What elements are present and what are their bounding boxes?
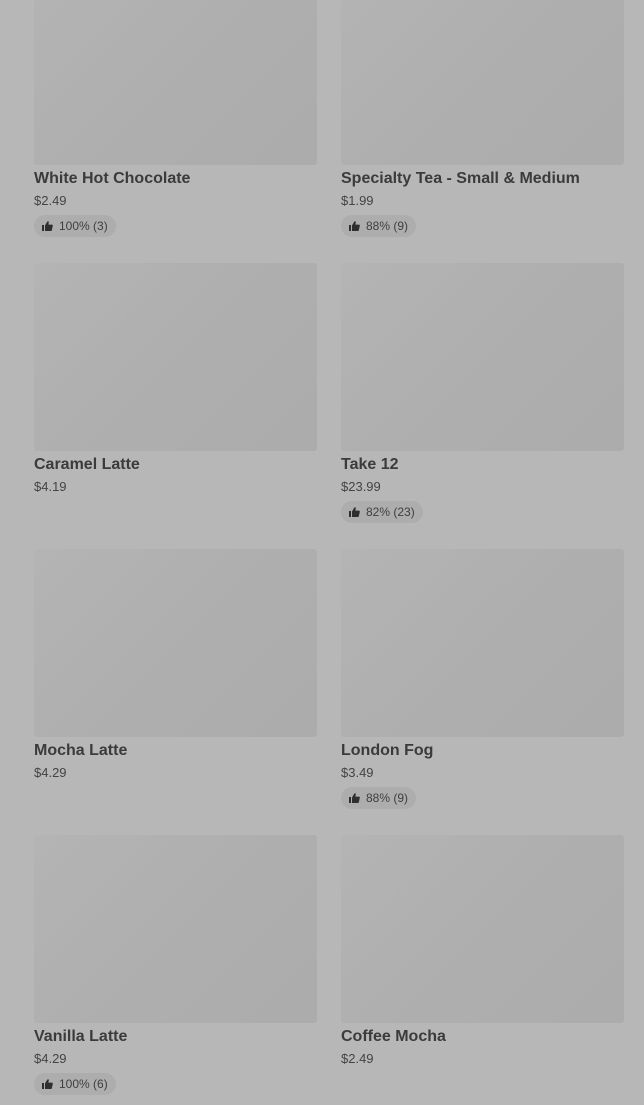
thumbs-up-icon: [349, 507, 360, 517]
menu-item-card[interactable]: Coffee Mocha $2.49: [341, 835, 624, 1105]
menu-item-price: $4.29: [34, 765, 67, 780]
menu-item-image[interactable]: [34, 0, 317, 165]
menu-item-name[interactable]: Coffee Mocha: [341, 1028, 624, 1046]
thumbs-up-icon: [42, 1079, 53, 1089]
menu-item-card[interactable]: Vanilla Latte $4.29 100% (6): [34, 835, 317, 1105]
menu-item-price: $4.19: [34, 479, 67, 494]
menu-item-price: $3.49: [341, 765, 374, 780]
menu-item-price: $2.49: [341, 1051, 374, 1066]
rating-text: 100% (3): [59, 219, 108, 233]
rating-text: 88% (9): [366, 791, 409, 805]
menu-item-price: $23.99: [341, 479, 381, 494]
menu-item-price: $2.49: [34, 193, 67, 208]
rating-badge: 88% (9): [341, 787, 417, 809]
thumbs-up-icon: [349, 793, 360, 803]
rating-badge: 100% (3): [34, 215, 116, 237]
rating-text: 88% (9): [366, 219, 409, 233]
rating-badge: 88% (9): [341, 215, 417, 237]
menu-item-card[interactable]: Take 12 $23.99 82% (23): [341, 263, 624, 533]
rating-badge: 82% (23): [341, 501, 423, 523]
menu-item-card[interactable]: Mocha Latte $4.29: [34, 549, 317, 819]
menu-item-name[interactable]: Take 12: [341, 456, 624, 474]
menu-item-card[interactable]: Specialty Tea - Small & Medium $1.99 88%…: [341, 0, 624, 247]
menu-item-name[interactable]: Vanilla Latte: [34, 1028, 317, 1046]
menu-item-name[interactable]: Caramel Latte: [34, 456, 317, 474]
thumbs-up-icon: [349, 221, 360, 231]
menu-item-image[interactable]: [34, 549, 317, 737]
menu-item-image[interactable]: [341, 549, 624, 737]
rating-badge: 100% (6): [34, 1073, 116, 1095]
thumbs-up-icon: [42, 221, 53, 231]
menu-item-image[interactable]: [341, 0, 624, 165]
menu-item-name[interactable]: Mocha Latte: [34, 742, 317, 760]
rating-text: 82% (23): [366, 505, 415, 519]
menu-item-card[interactable]: White Hot Chocolate $2.49 100% (3): [34, 0, 317, 247]
menu-item-card[interactable]: Caramel Latte $4.19: [34, 263, 317, 533]
menu-item-name[interactable]: White Hot Chocolate: [34, 170, 317, 188]
menu-item-card[interactable]: London Fog $3.49 88% (9): [341, 549, 624, 819]
menu-item-price: $4.29: [34, 1051, 67, 1066]
menu-item-image[interactable]: [341, 835, 624, 1023]
menu-item-image[interactable]: [341, 263, 624, 451]
rating-text: 100% (6): [59, 1077, 108, 1091]
menu-item-image[interactable]: [34, 263, 317, 451]
menu-item-name[interactable]: Specialty Tea - Small & Medium: [341, 170, 624, 188]
menu-item-price: $1.99: [341, 193, 374, 208]
menu-item-image[interactable]: [34, 835, 317, 1023]
menu-item-name[interactable]: London Fog: [341, 742, 624, 760]
